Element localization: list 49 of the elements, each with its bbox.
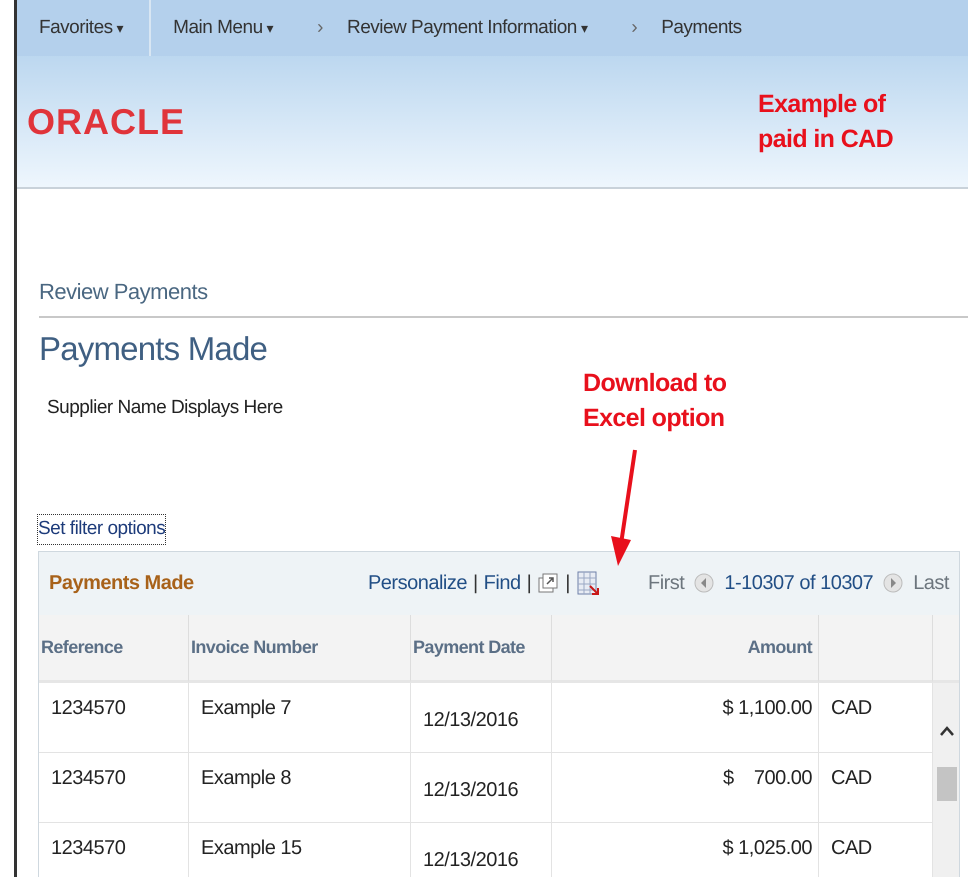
table-cell: $ 700.00	[552, 752, 819, 822]
table-cell: $ 1,100.00	[552, 682, 819, 752]
breadcrumb-separator: ›	[317, 16, 323, 40]
column-header: Payment Date	[411, 614, 552, 682]
annotation-text: Download to Excel option	[583, 368, 728, 434]
page-breadcrumb-title: Review Payments	[39, 278, 209, 306]
table-cell: CAD	[819, 822, 933, 877]
caret-icon: ▾	[116, 18, 124, 38]
table-cell: 1234570	[39, 822, 189, 877]
next-icon[interactable]	[883, 572, 904, 594]
previous-icon[interactable]	[694, 572, 714, 594]
page-title: Payments Made	[39, 329, 268, 369]
caret-icon: ▾	[580, 18, 588, 38]
menu-item[interactable]: Review Payment Information	[346, 14, 577, 42]
pager-first[interactable]: First	[648, 568, 684, 598]
column-header: Invoice Number	[189, 614, 411, 682]
table-cell: 12/13/2016	[411, 752, 552, 822]
toolbar-link[interactable]: Personalize	[368, 568, 467, 598]
grid-title: Payments Made	[49, 571, 194, 596]
menu-item[interactable]: Payments	[661, 14, 742, 42]
table-cell: $ 1,025.00	[552, 822, 819, 877]
table-cell: 1234570	[39, 752, 189, 822]
pager-range: 1-10307 of 10307	[724, 571, 874, 596]
spreadsheet-download-icon[interactable]	[576, 570, 600, 596]
annotation-text: Example of paid in CAD	[758, 88, 894, 154]
table-cell: 12/13/2016	[411, 822, 552, 877]
menu-item[interactable]: Main Menu	[173, 14, 263, 42]
column-header: Amount	[552, 614, 819, 682]
table-cell: 1234570	[39, 682, 189, 752]
breadcrumb-separator: ›	[631, 16, 638, 40]
column-header: Reference	[39, 614, 189, 682]
filter-link[interactable]: Set filter options	[37, 514, 166, 544]
table-cell: Example 15	[189, 822, 411, 877]
toolbar-separator: |	[565, 571, 570, 596]
table-cell: CAD	[819, 752, 933, 822]
toolbar-separator: |	[472, 571, 478, 596]
pager-last[interactable]: Last	[913, 568, 949, 598]
supplier-name: Supplier Name Displays Here	[47, 396, 283, 420]
toolbar-separator: |	[526, 571, 532, 596]
table-cell: 12/13/2016	[411, 682, 552, 752]
toolbar-link[interactable]: Find	[484, 568, 521, 598]
scroll-up-icon[interactable]	[939, 724, 955, 736]
logo: ORACLE	[27, 100, 185, 144]
table-cell: Example 8	[189, 752, 411, 822]
zoom-icon[interactable]	[537, 572, 560, 594]
menu-item[interactable]: Favorites	[39, 14, 113, 42]
table-cell: Example 7	[189, 682, 411, 752]
scrollbar-thumb[interactable]	[937, 766, 957, 800]
caret-icon: ▾	[266, 18, 274, 38]
